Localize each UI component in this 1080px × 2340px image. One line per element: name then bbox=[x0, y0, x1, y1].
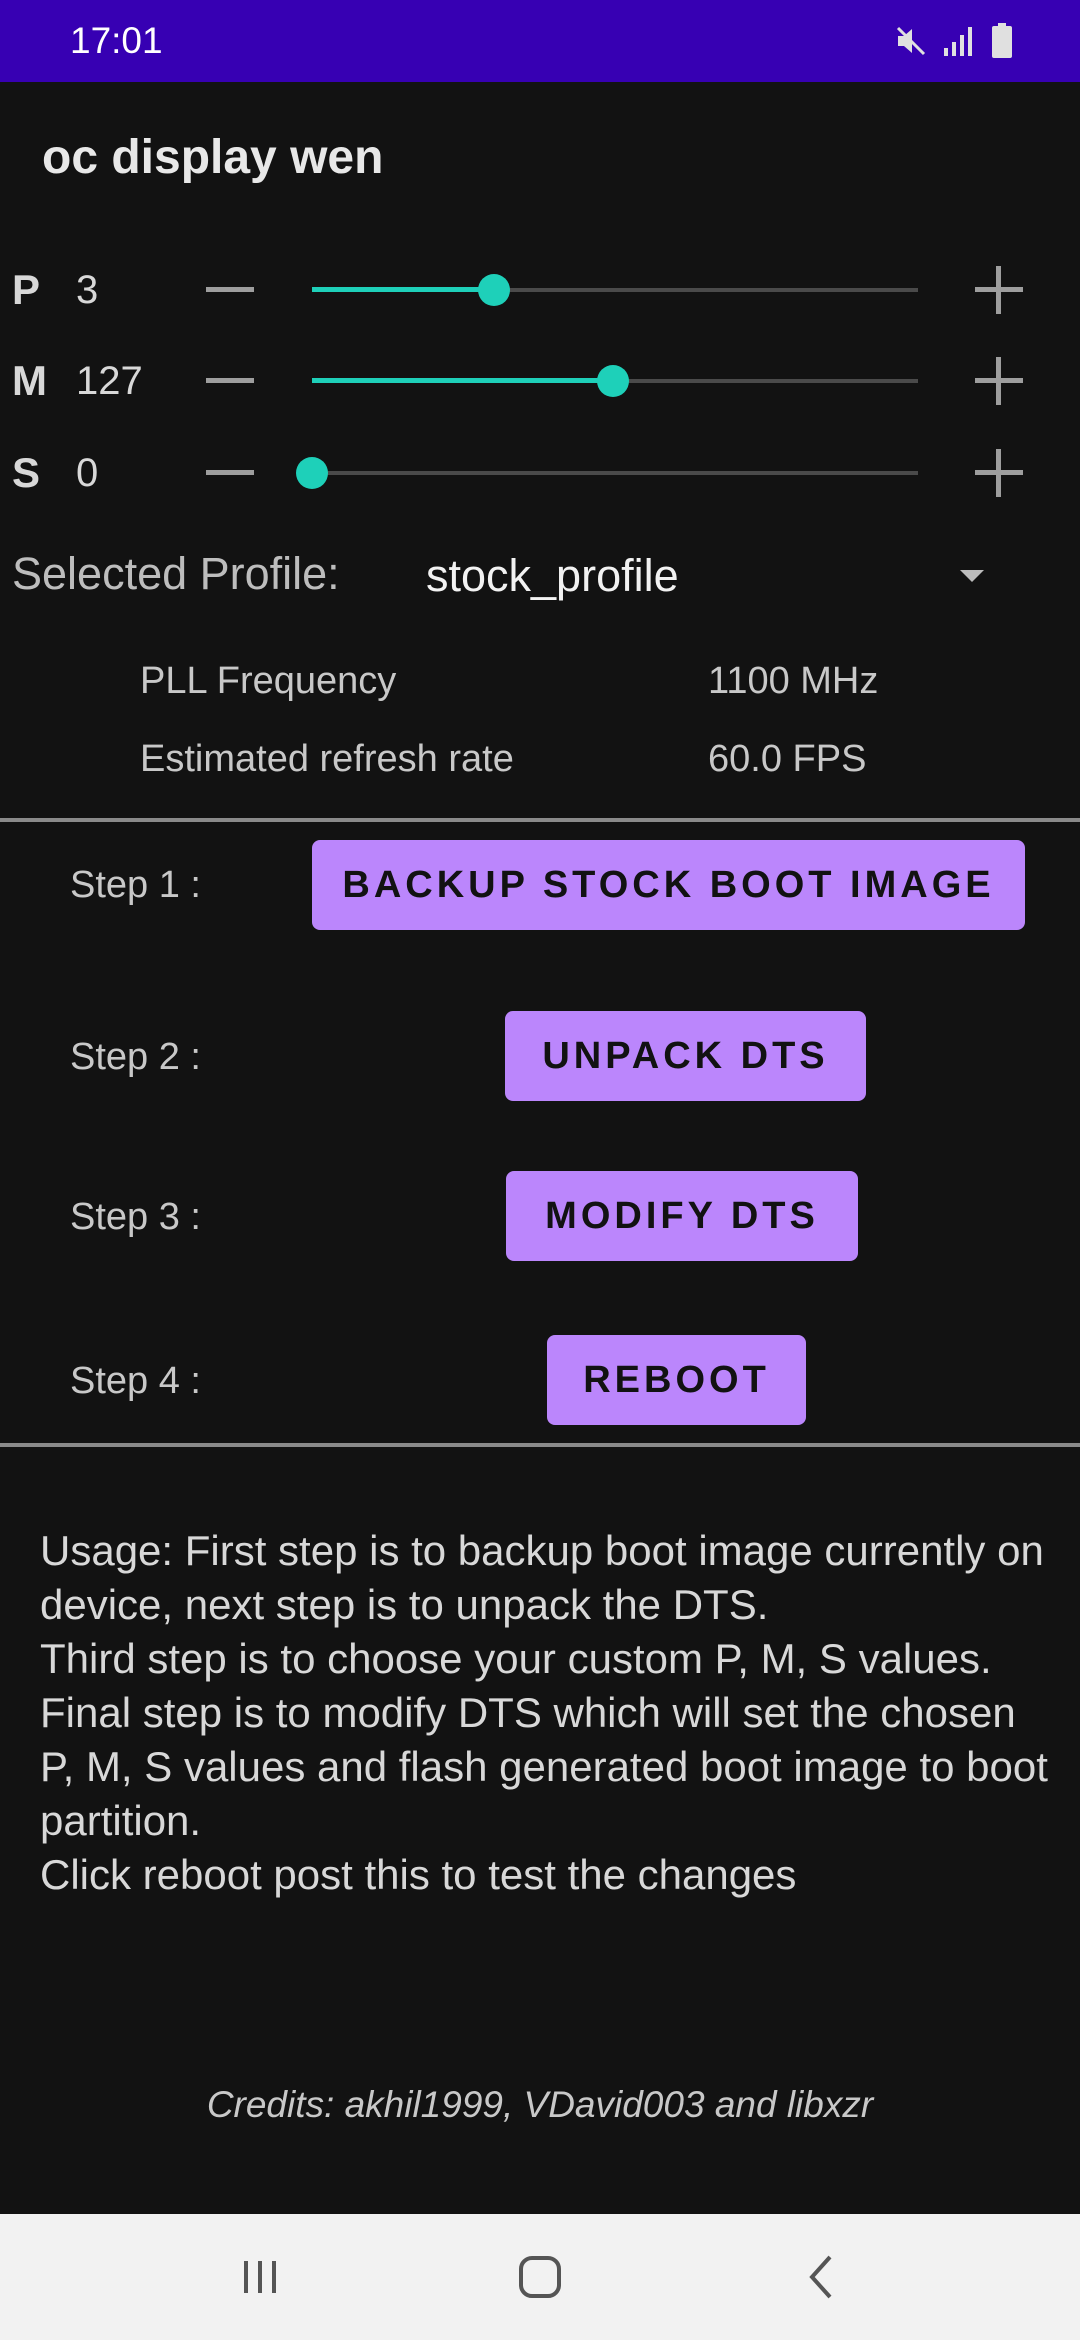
back-icon bbox=[809, 2255, 832, 2299]
navigation-bar bbox=[0, 2214, 1080, 2340]
unpack-dts-button[interactable]: UNPACK DTS bbox=[505, 1011, 866, 1101]
profile-label: Selected Profile: bbox=[12, 548, 340, 599]
step-2-label: Step 2 : bbox=[70, 1036, 201, 1078]
decrement-s-button[interactable] bbox=[190, 433, 270, 513]
usage-text: Usage: First step is to backup boot imag… bbox=[40, 1524, 1050, 1902]
modify-dts-button[interactable]: MODIFY DTS bbox=[506, 1171, 858, 1261]
s-slider[interactable] bbox=[296, 457, 918, 489]
app-title: oc display wen bbox=[42, 131, 384, 184]
refresh-rate-value: 60.0 FPS bbox=[708, 738, 867, 780]
m-slider[interactable] bbox=[312, 365, 918, 397]
pms-letter: S bbox=[12, 449, 41, 496]
home-icon bbox=[519, 2256, 561, 2298]
recents-icon bbox=[244, 2261, 276, 2293]
pms-row-p: P 3 bbox=[0, 250, 1080, 330]
pms-value: 127 bbox=[76, 359, 143, 403]
p-slider[interactable] bbox=[312, 274, 918, 306]
pms-letter: M bbox=[12, 357, 47, 404]
slider-thumb[interactable] bbox=[478, 274, 510, 306]
usage-line: Usage: First step is to backup boot imag… bbox=[40, 1527, 1044, 1628]
refresh-rate-label: Estimated refresh rate bbox=[140, 738, 514, 780]
reboot-button[interactable]: REBOOT bbox=[547, 1335, 806, 1425]
increment-s-button[interactable] bbox=[975, 449, 1023, 497]
minus-icon bbox=[206, 470, 254, 475]
pms-letter: P bbox=[12, 266, 41, 313]
divider bbox=[0, 1443, 1080, 1447]
app-screen: 17:01 oc display wen P 3 M 127 S 0 Selec… bbox=[0, 0, 1080, 2340]
pll-frequency-value: 1100 MHz bbox=[708, 660, 879, 702]
increment-m-button[interactable] bbox=[975, 357, 1023, 405]
dropdown-caret-icon bbox=[960, 570, 984, 582]
status-time: 17:01 bbox=[70, 20, 163, 61]
slider-thumb[interactable] bbox=[296, 457, 328, 489]
home-button[interactable] bbox=[460, 2214, 620, 2340]
step-3-label: Step 3 : bbox=[70, 1196, 201, 1238]
pll-frequency-label: PLL Frequency bbox=[140, 660, 397, 702]
divider bbox=[0, 818, 1080, 822]
backup-stock-boot-image-button[interactable]: BACKUP STOCK BOOT IMAGE bbox=[312, 840, 1025, 930]
step-4-label: Step 4 : bbox=[70, 1360, 201, 1402]
status-icons bbox=[894, 0, 1014, 82]
mute-icon bbox=[894, 24, 928, 58]
usage-line: Click reboot post this to test the chang… bbox=[40, 1851, 797, 1898]
decrement-p-button[interactable] bbox=[190, 250, 270, 330]
pms-row-s: S 0 bbox=[0, 433, 1080, 513]
minus-icon bbox=[206, 378, 254, 383]
minus-icon bbox=[206, 287, 254, 292]
recents-button[interactable] bbox=[180, 2214, 340, 2340]
battery-icon bbox=[990, 23, 1014, 59]
pms-value: 0 bbox=[76, 451, 99, 495]
profile-dropdown[interactable]: stock_profile bbox=[410, 536, 1010, 616]
status-bar: 17:01 bbox=[0, 0, 1080, 82]
slider-track bbox=[312, 471, 918, 475]
profile-value: stock_profile bbox=[426, 550, 679, 601]
pms-value: 3 bbox=[76, 268, 99, 312]
slider-thumb[interactable] bbox=[597, 365, 629, 397]
increment-p-button[interactable] bbox=[975, 266, 1023, 314]
usage-line: Final step is to modify DTS which will s… bbox=[40, 1689, 1048, 1844]
slider-fill bbox=[312, 287, 494, 292]
credits-text: Credits: akhil1999, VDavid003 and libxzr bbox=[206, 2084, 874, 2125]
decrement-m-button[interactable] bbox=[190, 341, 270, 421]
usage-line: Third step is to choose your custom P, M… bbox=[40, 1635, 992, 1682]
back-button[interactable] bbox=[742, 2214, 902, 2340]
pms-row-m: M 127 bbox=[0, 341, 1080, 421]
signal-icon bbox=[942, 24, 976, 58]
slider-fill bbox=[312, 378, 613, 383]
step-1-label: Step 1 : bbox=[70, 864, 201, 906]
